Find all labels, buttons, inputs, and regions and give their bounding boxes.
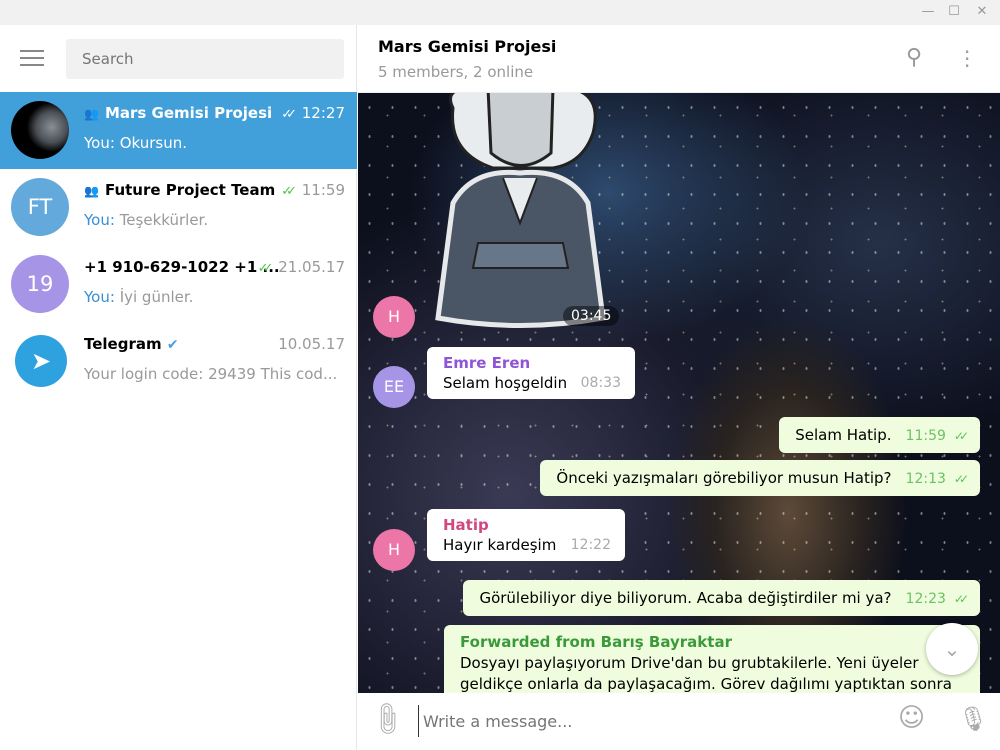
message-area: 03:45 H Emre Eren Selam hoşgeldin 08:33 E… (358, 93, 1000, 693)
avatar: 19 (11, 255, 69, 313)
telegram-logo-icon: ➤ (15, 335, 67, 387)
avatar: EE (373, 366, 415, 408)
message-text-line: Dosyayı paylaşıyorum Drive'dan bu grubta… (460, 654, 919, 672)
search-icon[interactable]: ⚲ (906, 45, 922, 70)
forwarded-message: Forwarded from Barış Bayraktar Dosyayı p… (444, 625, 980, 693)
double-check-icon: ✓✓ (953, 429, 969, 443)
sticker-message[interactable] (433, 93, 608, 328)
maximize-button[interactable]: ☐ (944, 3, 964, 21)
chat-item-future-project-team[interactable]: FT 👥 Future Project Team ✓✓ 11:59 You: Te… (0, 169, 357, 246)
message-text-line: geldikçe onlarla da paylaşacağım. Görev … (460, 675, 952, 693)
preview-prefix: You: (84, 211, 115, 229)
message-time: 12:22 (570, 537, 611, 553)
message-text: Selam hoşgeldin (443, 374, 568, 392)
chat-item-phone-group[interactable]: 19 +1 910-629-1022 +1 ... ✓✓ 21.05.17 Yo… (0, 246, 357, 323)
forwarded-from[interactable]: Forwarded from Barış Bayraktar (460, 632, 964, 653)
chevron-down-icon: ⌄ (943, 637, 961, 661)
double-check-icon: ✓✓ (281, 184, 297, 199)
message-text: Önceki yazışmaları görebiliyor musun Hat… (556, 469, 892, 487)
chat-list-panel: 👥 Mars Gemisi Projesi ✓✓ 12:27 You: Okurs… (0, 25, 357, 750)
scroll-to-bottom-button[interactable]: ⌄ (926, 623, 978, 675)
avatar: H (373, 296, 415, 338)
message-time: 11:59 (905, 428, 946, 444)
group-icon: 👥 (84, 107, 99, 121)
chat-time: 12:27 (301, 104, 345, 122)
chat-preview: Okursun. (114, 134, 187, 152)
chat-item-mars-gemisi-projesi[interactable]: 👥 Mars Gemisi Projesi ✓✓ 12:27 You: Okurs… (0, 92, 357, 169)
preview-prefix: You: (84, 288, 115, 306)
message-input[interactable] (418, 705, 868, 737)
chat-title[interactable]: Mars Gemisi Projesi (378, 37, 556, 56)
message-text: Görülebiliyor diye biliyorum. Acaba deği… (479, 589, 892, 607)
chat-preview: Teşekkürler. (114, 211, 209, 229)
sticker-image (435, 93, 606, 328)
emoji-icon[interactable]: ☺ (898, 703, 925, 733)
message-time: 12:13 (905, 471, 946, 487)
more-options-icon[interactable]: · · · (964, 42, 970, 76)
hamburger-menu-icon[interactable] (20, 50, 44, 71)
sender-name[interactable]: Emre Eren (443, 354, 619, 372)
double-check-icon: ✓✓ (953, 472, 969, 486)
sticker-time: 03:45 (563, 306, 620, 326)
double-check-icon: ✓✓ (257, 261, 274, 276)
sender-name[interactable]: Hatip (443, 516, 609, 534)
message-time: 08:33 (580, 375, 621, 391)
chat-item-telegram[interactable]: ➤ Telegram ✔ 10.05.17 Your login code: 2… (0, 323, 357, 400)
chat-time: 11:59 (301, 181, 345, 199)
chat-name: Future Project Team (104, 181, 276, 199)
title-bar: — ☐ ✕ (0, 0, 1000, 25)
message-bubble: Görülebiliyor diye biliyorum. Acaba deği… (463, 580, 980, 616)
message-text: Hayır kardeşim (443, 536, 557, 554)
avatar: H (373, 529, 415, 571)
microphone-icon[interactable]: 🎙︎ (958, 705, 988, 733)
chat-preview: Your login code: 29439 This cod... (84, 365, 338, 383)
message-bubble: Hatip Hayır kardeşim 12:22 (427, 509, 625, 561)
message-time: 12:23 (905, 591, 946, 607)
minimize-button[interactable]: — (918, 3, 938, 21)
verified-badge-icon: ✔ (166, 337, 179, 353)
chat-header: Mars Gemisi Projesi 5 members, 2 online … (358, 25, 1000, 93)
chat-name: Telegram (84, 335, 162, 353)
group-icon: 👥 (84, 184, 99, 198)
close-button[interactable]: ✕ (972, 3, 992, 21)
double-check-icon: ✓✓ (953, 592, 969, 606)
chat-time: 10.05.17 (278, 335, 345, 353)
message-bubble: Önceki yazışmaları görebiliyor musun Hat… (540, 460, 980, 496)
double-check-icon: ✓✓ (281, 107, 297, 122)
avatar (11, 101, 69, 159)
chat-name: Mars Gemisi Projesi (104, 104, 273, 122)
search-input[interactable] (66, 39, 344, 79)
chat-time: 21.05.17 (278, 258, 345, 276)
composer: 📎︎ ☺ 🎙︎ (358, 693, 1000, 750)
avatar: FT (11, 178, 69, 236)
chat-preview: İyi günler. (114, 288, 194, 306)
message-bubble: Emre Eren Selam hoşgeldin 08:33 (427, 347, 635, 399)
preview-prefix: You: (84, 134, 115, 152)
message-bubble: Selam Hatip. 11:59 ✓✓ (779, 417, 980, 453)
chat-members-status: 5 members, 2 online (378, 63, 534, 81)
attach-icon[interactable]: 📎︎ (367, 698, 408, 739)
chat-name: +1 910-629-1022 +1 ... (84, 258, 280, 276)
message-text: Selam Hatip. (795, 426, 892, 444)
